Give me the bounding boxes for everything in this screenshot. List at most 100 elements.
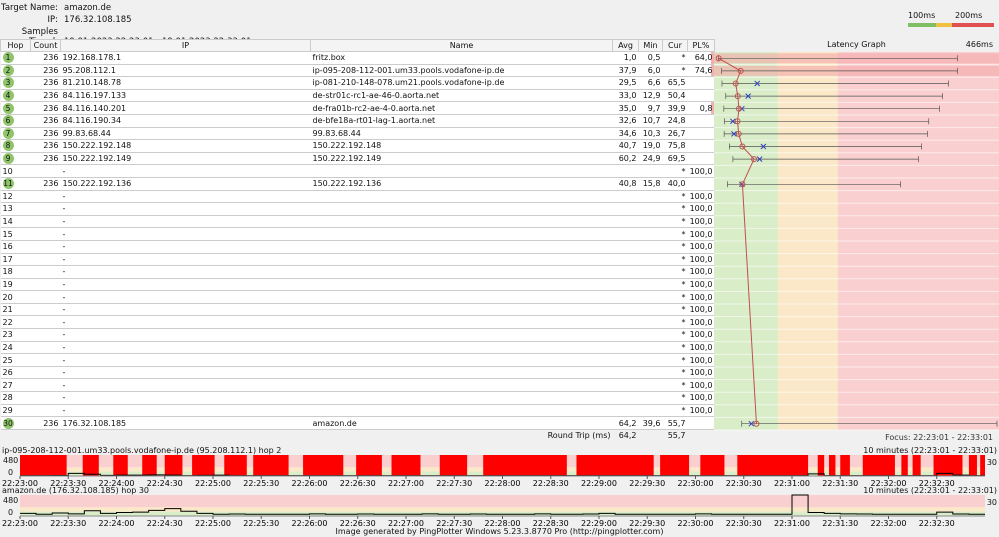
hop-row[interactable]: 10 - * 100,0: [0, 164, 715, 178]
hop-cur: *: [662, 366, 688, 380]
hop-packet-loss: 100,0: [687, 190, 715, 204]
hop-number: 19: [0, 278, 31, 292]
hop-row[interactable]: 6 236 84.116.190.34 de-bfe18a-rt01-lag-1.ao…: [0, 114, 715, 128]
col-avg[interactable]: Avg: [612, 39, 639, 52]
hop-row[interactable]: 2 236 95.208.112.1 ip-095-208-112-001.um33.…: [0, 64, 715, 78]
hop-count: [30, 378, 61, 393]
focus-range: Focus: 22:23:01 - 22:33:01: [885, 433, 993, 442]
x-tick-label: 22:31:30: [822, 519, 858, 527]
hop2-timeline-chart[interactable]: ip-095-208-112-001.um33.pools.vodafone-i…: [0, 446, 999, 487]
hop-ip: -: [60, 315, 311, 330]
packet-loss-bar: [901, 455, 908, 476]
hop-row[interactable]: 26 - * 100,0: [0, 366, 715, 380]
hop-number: 10: [0, 164, 31, 178]
hop-packet-loss: 64,0: [687, 51, 715, 65]
hop-avg: [612, 202, 639, 216]
hop-packet-loss: 100,0: [687, 404, 715, 418]
hop-min: 10,7: [638, 114, 663, 128]
x-tick-label: 22:25:00: [195, 519, 231, 527]
hop-min: 15,8: [638, 177, 663, 191]
hop-avg: 37,9: [612, 64, 639, 78]
col-min[interactable]: Min: [638, 39, 663, 52]
chart-plot: 22:23:00 22:23:30 22:24:00 22:24:30 22:25:00…: [2, 494, 985, 527]
hop-badge: 4: [2, 90, 14, 101]
hop-row[interactable]: 13 - * 100,0: [0, 202, 715, 216]
hop-row[interactable]: 11 236 150.222.192.136 150.222.192.136 40,8 1…: [0, 177, 715, 191]
hop-row[interactable]: 23 - * 100,0: [0, 328, 715, 342]
hop-count: [30, 240, 61, 254]
col-cur[interactable]: Cur: [662, 39, 688, 52]
hop-row[interactable]: 16 - * 100,0: [0, 240, 715, 254]
hop-name: 150.222.192.148: [310, 139, 613, 153]
hop-name: [310, 303, 613, 317]
hop-row[interactable]: 8 236 150.222.192.148 150.222.192.148 40,7 19…: [0, 139, 715, 153]
hop-min: 39,6: [638, 416, 663, 430]
hop-name: [310, 341, 613, 355]
hop-row[interactable]: 25 - * 100,0: [0, 353, 715, 367]
hop-count: 236: [30, 416, 61, 430]
hop-count: 236: [30, 76, 61, 90]
hop-min: [638, 328, 663, 342]
col-hop[interactable]: Hop: [0, 39, 31, 52]
hop-cur: *: [662, 290, 688, 304]
col-ip[interactable]: IP: [60, 39, 311, 52]
hop-count: 236: [30, 51, 61, 65]
hop-row[interactable]: 1 236 192.168.178.1 fritz.box 1,0 0,5 * 64,0: [0, 51, 715, 65]
hop-row[interactable]: 20 - * 100,0: [0, 290, 715, 304]
hop-row[interactable]: 19 - * 100,0: [0, 278, 715, 292]
hop-avg: 32,6: [612, 114, 639, 128]
hop-ip: -: [60, 215, 311, 229]
hop-name: [310, 190, 613, 204]
hop-min: [638, 253, 663, 267]
hop-row[interactable]: 18 - * 100,0: [0, 265, 715, 279]
hop-row[interactable]: 28 - * 100,0: [0, 391, 715, 405]
hop-ip: -: [60, 240, 311, 254]
hop-ip: -: [60, 265, 311, 279]
hop-row[interactable]: 3 236 81.210.148.78 ip-081-210-148-078.um21…: [0, 76, 715, 90]
hop-name: fritz.box: [310, 51, 613, 65]
hop-name: [310, 353, 613, 367]
latency-graph[interactable]: [714, 39, 999, 439]
hop-row[interactable]: 9 236 150.222.192.149 150.222.192.149 60,2 24…: [0, 152, 715, 166]
hop-row[interactable]: 14 - * 100,0: [0, 215, 715, 229]
hop-row[interactable]: 7 236 99.83.68.44 99.83.68.44 34,6 10,3 26,7: [0, 127, 715, 141]
hop-ip: 95.208.112.1: [60, 64, 311, 78]
hop-row[interactable]: 5 236 84.116.140.201 de-fra01b-rc2-ae-4-0.a…: [0, 101, 715, 115]
x-tick-label: 22:26:30: [340, 519, 376, 527]
hop-badge: 7: [2, 127, 14, 139]
col-count[interactable]: Count: [30, 39, 61, 52]
hop-row[interactable]: 4 236 84.116.197.133 de-str01c-rc1-ae-46-0.…: [0, 89, 715, 103]
hop-count: 236: [30, 152, 61, 166]
hop-row[interactable]: 12 - * 100,0: [0, 190, 715, 204]
hop-packet-loss: [687, 89, 715, 103]
col-pl[interactable]: PL%: [687, 39, 715, 52]
footer-credit: Image generated by PingPlotter Windows 5…: [335, 527, 664, 536]
hop-row[interactable]: 30 236 176.32.108.185 amazon.de 64,2 39,6 55,7: [0, 416, 715, 430]
hop-cur: *: [662, 164, 688, 178]
hop-row[interactable]: 21 - * 100,0: [0, 303, 715, 317]
hop-badge: 3: [2, 77, 14, 89]
hop-row[interactable]: 27 - * 100,0: [0, 378, 715, 393]
hop-number: 12: [0, 190, 31, 204]
hop-ip: -: [60, 328, 311, 342]
hop-count: [30, 253, 61, 267]
hop-ip: -: [60, 290, 311, 304]
hop-ip: -: [60, 378, 311, 393]
packet-loss-bar: [224, 455, 247, 476]
hop30-timeline-chart[interactable]: amazon.de (176.32.108.185) hop 30 10 minu…: [0, 486, 999, 527]
hop-ip: 150.222.192.136: [60, 177, 311, 191]
hop-row[interactable]: 17 - * 100,0: [0, 253, 715, 267]
col-name[interactable]: Name: [310, 39, 613, 52]
hop-row[interactable]: 24 - * 100,0: [0, 341, 715, 355]
hop-cur: *: [662, 240, 688, 254]
hop-row[interactable]: 15 - * 100,0: [0, 227, 715, 241]
hop-row[interactable]: 29 - * 100,0: [0, 404, 715, 418]
round-trip-cur: 55,7: [662, 429, 688, 442]
packet-loss-bar: [113, 455, 128, 476]
hop-count: 236: [30, 89, 61, 103]
hop-packet-loss: [687, 177, 715, 191]
hop-row[interactable]: 22 - * 100,0: [0, 315, 715, 330]
hop-cur: 24,8: [662, 114, 688, 128]
hop-name: [310, 240, 613, 254]
hop-packet-loss: 100,0: [687, 164, 715, 178]
